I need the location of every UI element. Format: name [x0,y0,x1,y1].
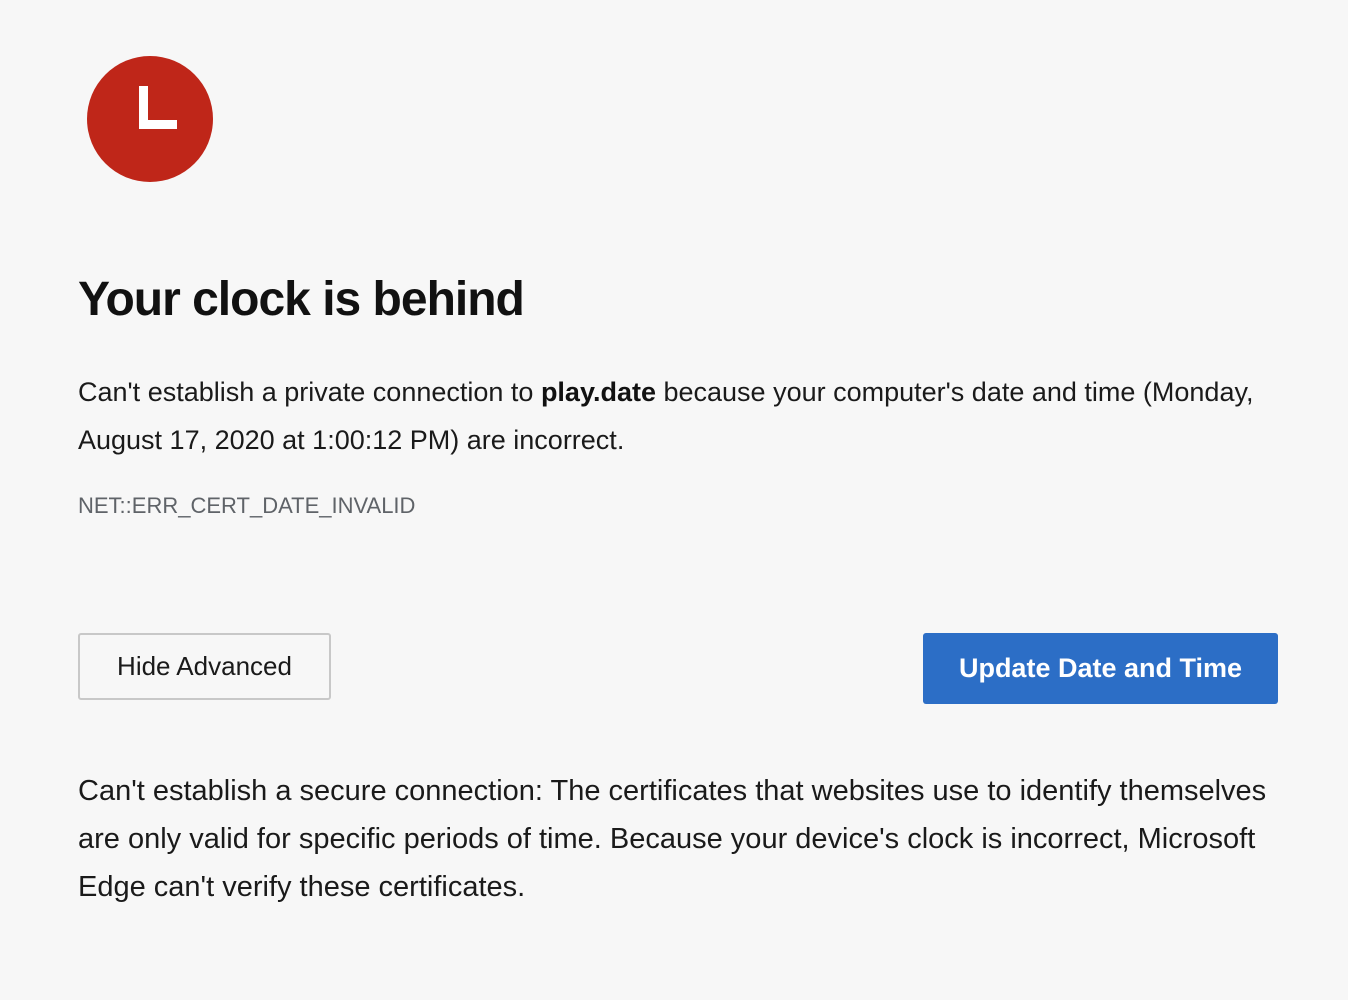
host-name: play.date [540,377,656,407]
advanced-details-text: Can't establish a secure connection: The… [78,775,1267,903]
clock-error-icon [87,56,213,182]
error-code: NET::ERR_CERT_DATE_INVALID [78,493,416,518]
hide-advanced-button[interactable]: Hide Advanced [78,633,331,700]
main-message: Can't establish a private connection to … [78,368,1278,464]
clock-hands-icon [139,86,177,129]
page-title: Your clock is behind [78,273,525,326]
update-date-time-button[interactable]: Update Date and Time [923,633,1278,704]
message-prefix: Can't establish a private connection to [78,377,541,407]
